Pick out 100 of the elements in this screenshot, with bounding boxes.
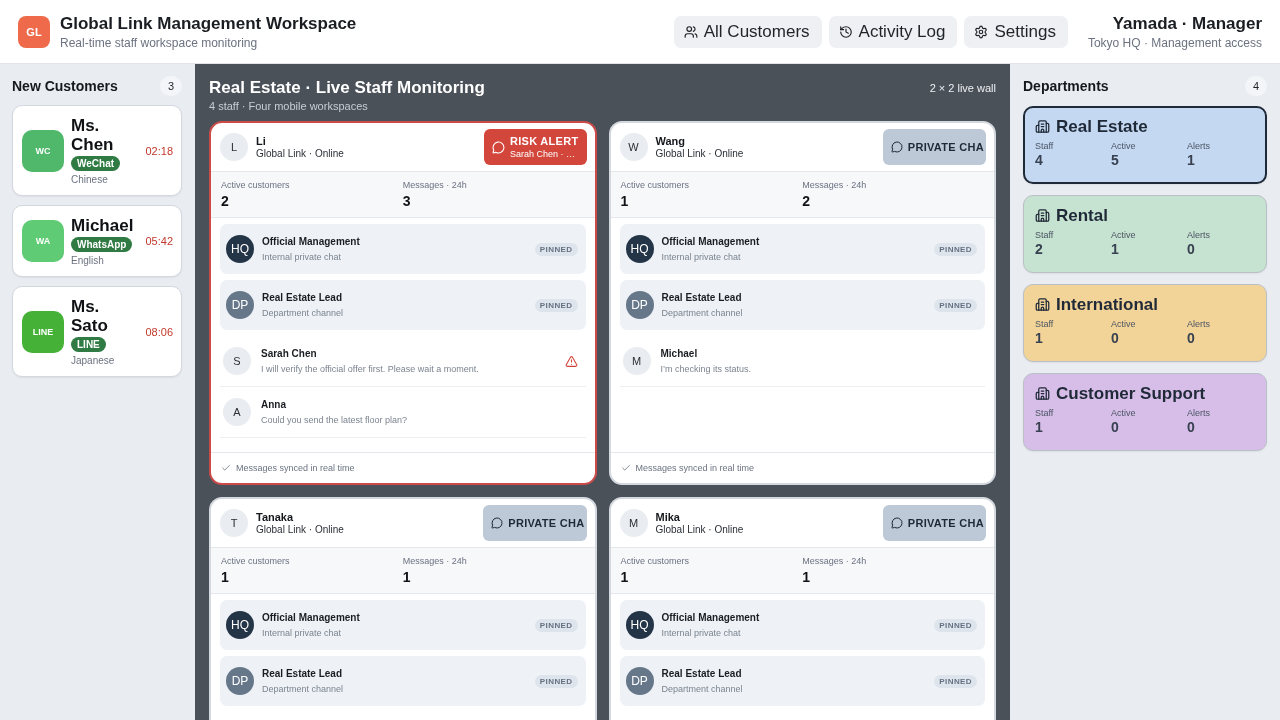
conversation-title: Real Estate Lead: [661, 668, 743, 679]
department-name: International: [1056, 294, 1158, 315]
department-card[interactable]: Rental Staff 2 Active 1 Alerts 0: [1023, 195, 1267, 273]
pinned-badge: PINNED: [934, 242, 977, 256]
stat-label: Alerts: [1187, 408, 1211, 418]
customer-card[interactable]: LINE Ms. Sato LINE Japanese 08:06: [12, 286, 182, 377]
staff-status: Global Link · Online: [256, 148, 344, 159]
stat-value: 0: [1187, 419, 1196, 435]
stat-label: Staff: [1035, 319, 1055, 329]
conversation-subtitle: Department channel: [661, 308, 743, 318]
avatar: DP: [625, 667, 654, 695]
pinned-badge: PINNED: [534, 618, 578, 632]
wait-time: 08:06: [145, 325, 173, 338]
conversation-row[interactable]: A Anna Could you send the latest floor plan?: [220, 387, 586, 438]
customer-card[interactable]: WA Michael WhatsApp English 05:42: [12, 205, 182, 277]
settings-icon: [974, 24, 989, 39]
chat-bubble-icon: [491, 517, 504, 529]
conversation-title: Official Management: [661, 612, 760, 623]
customer-card[interactable]: WC Ms. Chen WeChat Chinese 02:18: [12, 105, 182, 196]
check-icon: [620, 463, 631, 473]
monitor-subtitle: 4 staff · Four mobile workspaces: [209, 100, 369, 112]
staff-avatar: W: [619, 133, 648, 161]
pinned-badge: PINNED: [934, 298, 977, 312]
stat-label: Active customers: [221, 180, 290, 190]
customer-language: Chinese: [71, 174, 108, 185]
staff-name: Mika: [655, 511, 681, 523]
stat-label: Alerts: [1187, 319, 1211, 329]
chat-bubble-icon: [491, 140, 505, 154]
conversation-subtitle: Department channel: [262, 684, 344, 694]
stat-value: 1: [221, 569, 229, 585]
department-card[interactable]: International Staff 1 Active 0 Alerts 0: [1023, 284, 1267, 362]
department-name: Rental: [1056, 205, 1108, 226]
chat-bubble-icon: [890, 517, 903, 529]
check-icon: [221, 463, 231, 473]
avatar: M: [622, 347, 651, 375]
customer-language: Japanese: [71, 355, 115, 366]
pinned-conversation[interactable]: DP Real Estate Lead Department channel PINNED: [220, 656, 586, 706]
stat-value: 2: [1035, 241, 1044, 257]
staff-name: Wang: [655, 135, 687, 147]
staff-status: Global Link · Online: [655, 148, 744, 159]
stat-value: 1: [402, 569, 411, 585]
private-chat-button[interactable]: PRIVATE CHA: [882, 129, 986, 165]
channel-tag: WhatsApp: [71, 237, 133, 252]
nav-button[interactable]: All Customers: [673, 15, 822, 48]
nav-button[interactable]: Activity Log: [828, 15, 958, 48]
stat-value: 1: [620, 193, 629, 209]
department-card[interactable]: Customer Support Staff 1 Active 0 Alerts 0: [1023, 373, 1267, 451]
building-icon: [1035, 386, 1050, 401]
users-icon: [683, 24, 698, 39]
conversation-subtitle: Department channel: [661, 684, 743, 694]
department-name: Real Estate: [1056, 116, 1148, 137]
wait-time: 05:42: [145, 235, 173, 247]
avatar: WA: [22, 220, 64, 262]
avatar: S: [223, 347, 251, 375]
message-preview: I will verify the official offer first. Please wait a moment.: [261, 364, 479, 374]
conversation-title: Real Estate Lead: [661, 292, 743, 303]
message-preview: I’m checking its status.: [660, 364, 752, 374]
avatar: DP: [226, 667, 254, 695]
avatar: HQ: [226, 611, 254, 639]
stat-label: Active customers: [620, 180, 690, 190]
private-chat-button[interactable]: PRIVATE CHA: [483, 505, 587, 541]
layout-label: 2 × 2 live wall: [929, 82, 996, 94]
conversation-row[interactable]: S Sarah Chen I will verify the official offer first. Please wait a moment.: [220, 336, 586, 387]
pinned-conversation[interactable]: HQ Official Management Internal private chat PINNED: [220, 600, 586, 650]
panel-title: New Customers: [12, 78, 118, 94]
pinned-conversation[interactable]: HQ Official Management Internal private chat PINNED: [619, 600, 985, 650]
pinned-conversation[interactable]: HQ Official Management Internal private chat PINNED: [619, 224, 985, 274]
sync-status: Messages synced in real time: [635, 463, 755, 473]
app-title: Global Link Management Workspace: [60, 13, 357, 34]
pinned-conversation[interactable]: DP Real Estate Lead Department channel PINNED: [619, 656, 985, 706]
channel-tag: LINE: [71, 337, 106, 352]
conversation-title: Official Management: [262, 612, 360, 623]
department-name: Customer Support: [1056, 383, 1206, 404]
stat-value: 1: [802, 569, 811, 585]
count-badge: 3: [160, 76, 182, 96]
staff-status: Global Link · Online: [256, 524, 344, 535]
nav-button[interactable]: Settings: [964, 15, 1068, 48]
conversation-subtitle: Department channel: [262, 308, 344, 318]
stat-value: 1: [620, 569, 629, 585]
stat-label: Staff: [1035, 230, 1055, 240]
risk-alert-button[interactable]: RISK ALERT Sarah Chen · …: [483, 129, 587, 165]
avatar: WC: [22, 129, 64, 172]
stat-value: 0: [1111, 419, 1120, 435]
stat-value: 0: [1111, 330, 1120, 346]
stat-value: 4: [1035, 152, 1044, 168]
history-icon: [838, 24, 853, 39]
stat-value: 1: [1111, 241, 1120, 257]
pinned-conversation[interactable]: DP Real Estate Lead Department channel PINNED: [220, 280, 586, 330]
pinned-badge: PINNED: [534, 242, 578, 256]
private-chat-button[interactable]: PRIVATE CHA: [882, 505, 986, 541]
panel-title: Departments: [1023, 78, 1109, 94]
pinned-conversation[interactable]: DP Real Estate Lead Department channel PINNED: [619, 280, 985, 330]
pinned-conversation[interactable]: HQ Official Management Internal private chat PINNED: [220, 224, 586, 274]
conversation-title: Real Estate Lead: [262, 292, 344, 303]
department-card[interactable]: Real Estate Staff 4 Active 5 Alerts 1: [1023, 106, 1267, 184]
pinned-badge: PINNED: [534, 298, 578, 312]
user-name: Yamada · Manager: [1112, 13, 1262, 34]
conversation-row[interactable]: M Michael I’m checking its status.: [619, 336, 985, 387]
conversation-title: Official Management: [661, 236, 760, 247]
count-badge: 4: [1245, 76, 1267, 96]
